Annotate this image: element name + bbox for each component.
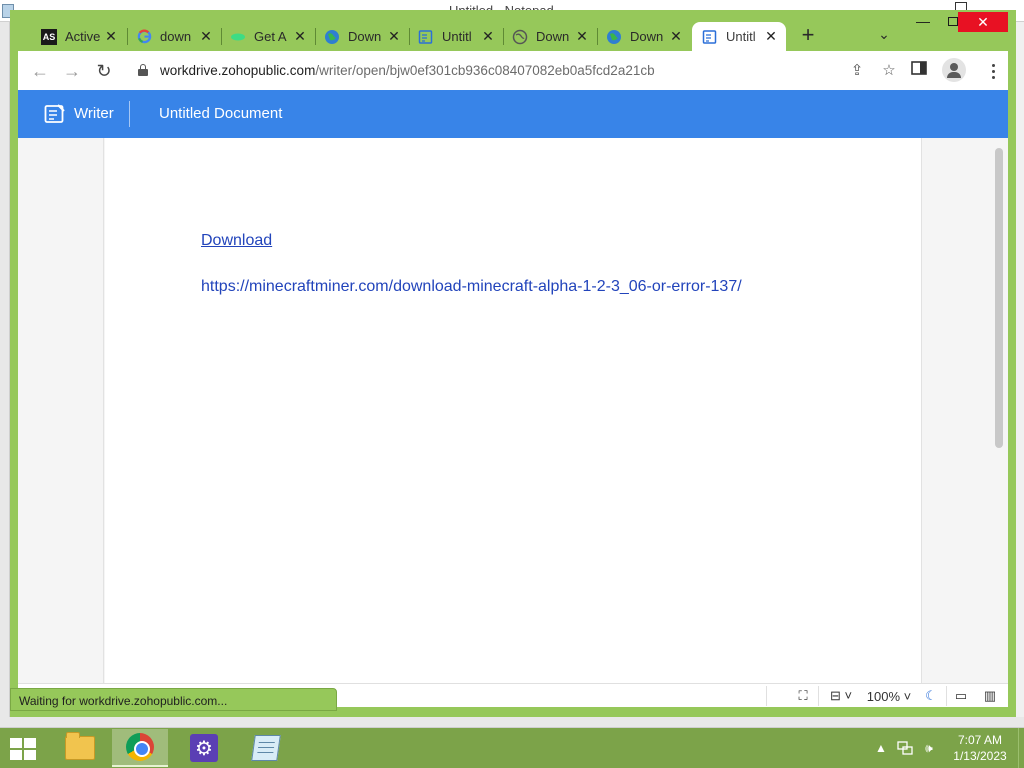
document-url-link[interactable]: https://minecraftminer.com/download-mine… (201, 278, 742, 296)
divider (766, 686, 767, 706)
as-icon: AS (41, 28, 57, 45)
tab-label: Down (348, 29, 382, 44)
zoom-value: 100% (866, 688, 901, 704)
writer-header: Writer Untitled Document (18, 90, 1008, 138)
tab-label: Active (65, 29, 100, 44)
tab-untitled-active[interactable]: Untitl ✕ (692, 22, 786, 51)
clock-time: 7:07 AM (957, 733, 1003, 747)
close-icon[interactable]: ✕ (199, 28, 213, 45)
scrollbar-thumb[interactable] (995, 148, 1003, 448)
clock[interactable]: 7:07 AM 1/13/2023 (944, 732, 1016, 764)
url-text[interactable]: workdrive.zohopublic.com/writer/open/bjw… (160, 63, 655, 78)
browser-toolbar: ← → ↻ workdrive.zohopublic.com/writer/op… (18, 51, 1008, 90)
close-icon[interactable]: ✕ (764, 28, 778, 45)
clock-date: 1/13/2023 (953, 749, 1007, 763)
layout-icon[interactable]: ▭ (950, 687, 972, 705)
close-icon[interactable]: ✕ (669, 28, 683, 45)
tab-download-1[interactable]: Down ✕ (314, 22, 409, 51)
chrome-icon (126, 733, 154, 761)
forward-button[interactable]: → (60, 59, 84, 83)
tab-label: Down (630, 29, 664, 44)
close-icon[interactable]: ✕ (481, 28, 495, 45)
show-desktop-button[interactable] (1018, 728, 1024, 768)
network-icon[interactable] (896, 740, 914, 756)
tab-strip: AS Active ✕ down ✕ Get A ✕ Down ✕ Untitl… (10, 10, 1016, 51)
taskbar: ⚙ ▲ 🕪 7:07 AM 1/13/2023 (0, 728, 1024, 768)
download-link[interactable]: Download (201, 232, 272, 250)
tab-search-chevron-icon[interactable]: ⌄ (874, 26, 894, 46)
reload-button[interactable]: ↻ (92, 59, 116, 83)
globe-icon (324, 29, 340, 45)
writer-app: Writer Untitled Document Download https:… (18, 90, 1008, 685)
notepad-icon (251, 735, 281, 761)
notepad-status-strip (0, 717, 1024, 728)
share-icon[interactable]: ⇪ (848, 62, 866, 80)
url-host: workdrive.zohopublic.com (160, 63, 316, 78)
chrome-taskbar-button[interactable] (112, 729, 168, 767)
tab-download-2[interactable]: Down ✕ (502, 22, 597, 51)
tab-label: Untitl (442, 29, 472, 44)
divider (818, 686, 819, 706)
writer-icon (418, 29, 434, 45)
bookmark-star-icon[interactable]: ☆ (880, 62, 898, 80)
notepad-edge (0, 4, 14, 722)
url-path: /writer/open/bjw0ef301cb936c08407082eb0a… (315, 63, 655, 78)
close-icon[interactable]: ✕ (293, 28, 307, 45)
night-mode-icon[interactable]: ☾ (920, 687, 942, 705)
canvas-right-margin (921, 138, 991, 685)
settings-taskbar-button[interactable]: ⚙ (176, 729, 232, 767)
tab-google-search[interactable]: down ✕ (126, 22, 221, 51)
fullscreen-icon[interactable]: ⛶ (792, 687, 814, 705)
close-icon[interactable]: ✕ (387, 28, 401, 45)
tab-label: down (160, 29, 192, 44)
new-tab-button[interactable]: + (796, 24, 820, 48)
side-panel-icon[interactable] (908, 60, 930, 82)
loading-status: Waiting for workdrive.zohopublic.com... (10, 688, 337, 711)
tab-active-storage[interactable]: AS Active ✕ (31, 22, 126, 51)
divider (946, 686, 947, 706)
tab-download-3[interactable]: Down ✕ (596, 22, 691, 51)
tab-label: Down (536, 29, 570, 44)
folder-icon (65, 732, 95, 760)
maximize-icon (948, 16, 958, 26)
page-view-icon[interactable]: ⊟ ˅ (824, 687, 858, 705)
globe-icon (512, 29, 528, 45)
close-window-button[interactable]: ✕ (958, 12, 1008, 32)
app-name: Writer (74, 105, 114, 122)
tab-label: Untitl (726, 29, 756, 44)
back-button[interactable]: ← (28, 59, 52, 83)
close-icon[interactable]: ✕ (104, 28, 118, 45)
header-divider (129, 101, 130, 127)
tab-label: Get A (254, 29, 287, 44)
writer-logo-icon (44, 103, 66, 125)
lock-icon (138, 64, 148, 76)
zoom-selector[interactable]: 100% ˅ (862, 687, 916, 705)
document-page: Download https://minecraftminer.com/down… (105, 138, 921, 685)
reader-mode-icon[interactable]: ▥ (978, 687, 1002, 705)
file-explorer-button[interactable] (52, 729, 108, 767)
close-icon[interactable]: ✕ (575, 28, 589, 45)
globe-icon (606, 29, 622, 45)
gear-icon: ⚙ (190, 734, 218, 762)
notepad-taskbar-button[interactable] (238, 729, 294, 767)
start-button[interactable] (10, 738, 38, 760)
address-bar[interactable]: workdrive.zohopublic.com/writer/open/bjw… (128, 55, 898, 86)
menu-kebab-icon[interactable] (982, 60, 1004, 82)
minimize-button[interactable]: — (908, 10, 938, 32)
writer-icon (702, 29, 718, 45)
tab-untitled-1[interactable]: Untitl ✕ (408, 22, 503, 51)
google-icon (136, 29, 152, 45)
volume-icon[interactable]: 🕪 (920, 740, 938, 756)
link-icon (230, 29, 246, 45)
tray-chevron-icon[interactable]: ▲ (874, 740, 888, 756)
document-title: Untitled Document (159, 105, 283, 122)
tab-get-app[interactable]: Get A ✕ (220, 22, 315, 51)
profile-avatar[interactable] (942, 58, 966, 82)
canvas-left-margin (18, 138, 104, 685)
